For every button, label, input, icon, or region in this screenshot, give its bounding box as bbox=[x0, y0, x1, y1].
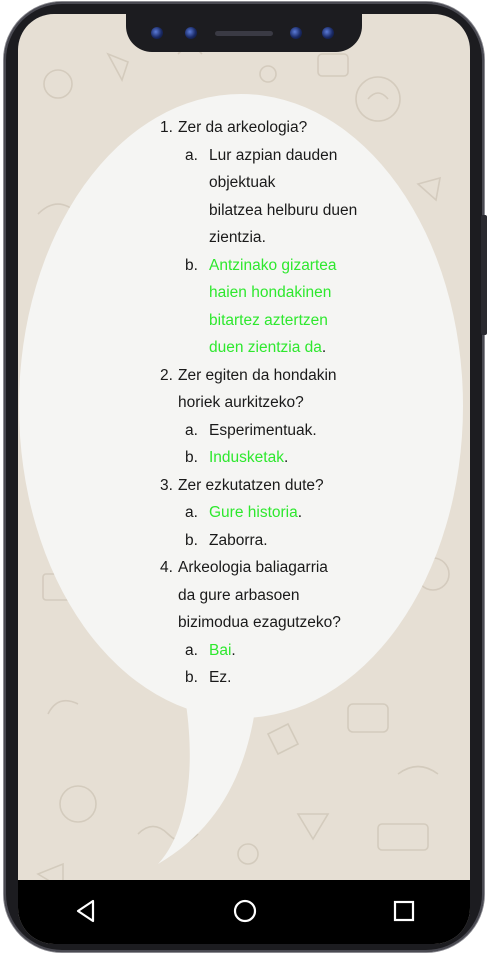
question-item: 4. Arkeologia baliagarria da gure arbasoe… bbox=[160, 554, 420, 637]
question-text: Zer da arkeologia? bbox=[178, 119, 308, 136]
option-label: Gure historia bbox=[209, 504, 298, 521]
option-period: . bbox=[312, 421, 317, 439]
option-label: Esperimentuak bbox=[209, 421, 313, 439]
option-label: Ez bbox=[209, 669, 228, 686]
question-text: Zer egiten da hondakin horiek aurkitzeko… bbox=[178, 366, 337, 412]
option-letter: b. bbox=[185, 531, 198, 549]
option-label: Zaborra bbox=[209, 531, 264, 549]
option-letter: a. bbox=[185, 504, 198, 521]
question-number: 4. bbox=[160, 559, 173, 576]
question-text: Arkeologia baliagarria da gure arbasoen … bbox=[178, 559, 341, 631]
sensor-icon bbox=[290, 27, 302, 39]
option-period: . bbox=[297, 504, 303, 521]
option-period: . bbox=[321, 339, 327, 356]
question-item: 3. Zer ezkutatzen dute? bbox=[160, 472, 420, 500]
answer-option: b. Zaborra. bbox=[185, 527, 420, 555]
option-letter: a. bbox=[185, 146, 198, 164]
option-letter: b. bbox=[185, 669, 198, 686]
option-letter: b. bbox=[185, 256, 198, 274]
correct-answer-option: b. Indusketak. bbox=[185, 444, 420, 472]
option-label: Indusketak bbox=[209, 449, 284, 466]
home-circle-icon[interactable] bbox=[227, 893, 263, 929]
option-label: Bai bbox=[209, 641, 232, 659]
answer-option: a. Esperimentuak. bbox=[185, 417, 420, 445]
option-text: Lur azpian dauden objektuak bilatzea hel… bbox=[209, 142, 357, 252]
recents-square-icon[interactable] bbox=[386, 893, 422, 929]
option-period: . bbox=[227, 669, 232, 686]
question-item: 2. Zer egiten da hondakin horiek aurkitze… bbox=[160, 362, 420, 417]
option-text: Bai. bbox=[209, 637, 236, 665]
sensor-icon bbox=[322, 27, 334, 39]
correct-answer-option: b. Antzinako gizartea haien hondakinen bi… bbox=[185, 252, 420, 362]
answer-option: b. Ez. bbox=[185, 664, 420, 692]
correct-answer-option: a. Gure historia. bbox=[185, 499, 420, 527]
option-period: . bbox=[261, 229, 266, 246]
phone-side-button bbox=[481, 215, 487, 335]
option-text: Ez. bbox=[209, 664, 231, 692]
option-period: . bbox=[263, 531, 268, 549]
option-label: Lur azpian dauden objektuak bilatzea hel… bbox=[209, 146, 358, 247]
correct-answer-option: a. Bai. bbox=[185, 637, 420, 665]
question-number: 3. bbox=[160, 476, 173, 494]
option-period: . bbox=[283, 449, 289, 466]
question-item: 1. Zer da arkeologia? bbox=[160, 114, 420, 142]
answer-option: a. Lur azpian dauden objektuak bilatzea h… bbox=[185, 142, 420, 252]
option-label: Antzinako gizartea haien hondakinen bita… bbox=[209, 256, 337, 357]
option-letter: a. bbox=[185, 421, 198, 439]
option-text: Indusketak. bbox=[209, 444, 288, 472]
camera-lens-icon bbox=[185, 27, 197, 39]
option-text: Zaborra. bbox=[209, 527, 268, 555]
option-text: Antzinako gizartea haien hondakinen bita… bbox=[209, 252, 337, 362]
back-triangle-icon[interactable] bbox=[68, 893, 104, 929]
option-period: . bbox=[231, 641, 236, 659]
option-text: Gure historia. bbox=[209, 499, 302, 527]
option-letter: a. bbox=[185, 641, 198, 659]
camera-lens-icon bbox=[151, 27, 163, 39]
quiz-list: 1. Zer da arkeologia? a. Lur azpian dauden … bbox=[160, 114, 420, 692]
option-text: Esperimentuak. bbox=[209, 417, 317, 445]
earpiece-speaker bbox=[215, 31, 273, 36]
question-number: 2. bbox=[160, 366, 173, 384]
option-letter: b. bbox=[185, 449, 198, 466]
question-number: 1. bbox=[160, 119, 173, 136]
question-text: Zer ezkutatzen dute? bbox=[178, 476, 324, 494]
